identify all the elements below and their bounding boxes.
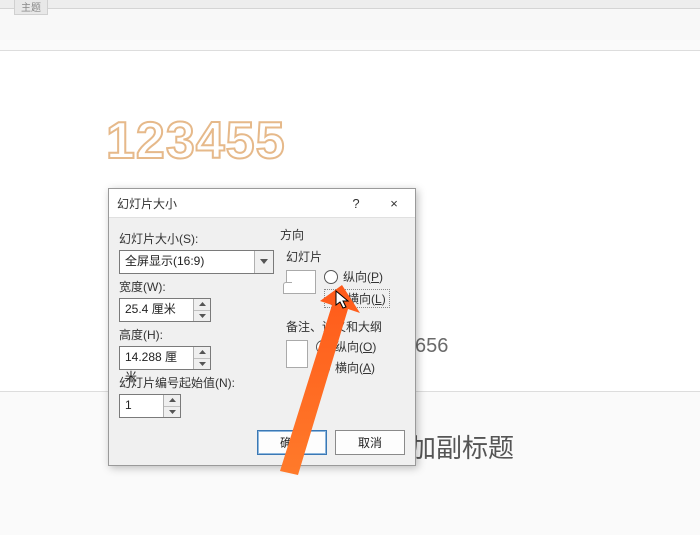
dialog-title: 幻灯片大小 xyxy=(117,195,337,212)
height-spinner[interactable]: 14.288 厘米 xyxy=(119,346,211,370)
dialog-right-column: 方向 幻灯片 纵向(P) 横向(L) 备注、讲义和大纲 纵 xyxy=(274,226,405,418)
radio-notes-landscape[interactable]: 横向(A) xyxy=(316,359,376,376)
notes-orientation-label: 备注、讲义和大纲 xyxy=(286,318,405,335)
background-number: 656 xyxy=(415,335,448,358)
slide-title[interactable]: 123455 xyxy=(106,111,286,171)
ribbon-tab-themes[interactable]: 主题 xyxy=(14,0,48,15)
landscape-page-icon xyxy=(286,270,316,294)
height-label: 高度(H): xyxy=(119,326,274,343)
radio-label: 横向(A) xyxy=(335,359,375,376)
width-up-icon[interactable] xyxy=(194,299,210,311)
width-spinner[interactable]: 25.4 厘米 xyxy=(119,298,211,322)
start-down-icon[interactable] xyxy=(164,407,180,418)
cancel-button[interactable]: 取消 xyxy=(335,430,405,455)
slide-size-label: 幻灯片大小(S): xyxy=(119,230,274,247)
radio-label: 纵向(O) xyxy=(335,338,376,355)
start-number-spinner[interactable]: 1 xyxy=(119,394,181,418)
height-value: 14.288 厘米 xyxy=(120,347,193,369)
slide-size-value: 全屏显示(16:9) xyxy=(120,251,254,273)
slide-size-dialog: 幻灯片大小 ? × 幻灯片大小(S): 全屏显示(16:9) 宽度(W): 25… xyxy=(108,188,416,466)
portrait-page-icon xyxy=(286,340,308,368)
start-number-value: 1 xyxy=(120,395,163,417)
slides-orientation-label: 幻灯片 xyxy=(286,248,405,265)
height-up-icon[interactable] xyxy=(194,347,210,359)
dialog-titlebar[interactable]: 幻灯片大小 ? × xyxy=(109,189,415,218)
radio-slides-landscape[interactable]: 横向(L) xyxy=(324,289,390,308)
subtitle-placeholder[interactable]: 加副标题 xyxy=(410,428,514,465)
radio-notes-portrait[interactable]: 纵向(O) xyxy=(316,338,376,355)
slide-size-combo[interactable]: 全屏显示(16:9) xyxy=(119,250,274,274)
ok-button[interactable]: 确定 xyxy=(257,430,327,455)
dialog-left-column: 幻灯片大小(S): 全屏显示(16:9) 宽度(W): 25.4 厘米 高度(H… xyxy=(119,226,274,418)
height-down-icon[interactable] xyxy=(194,359,210,370)
width-value: 25.4 厘米 xyxy=(120,299,193,321)
radio-label: 纵向(P) xyxy=(343,268,383,285)
radio-slides-portrait[interactable]: 纵向(P) xyxy=(324,268,390,285)
radio-label: 横向(L) xyxy=(347,290,386,307)
start-up-icon[interactable] xyxy=(164,395,180,407)
ribbon-strip: 主题 xyxy=(0,0,700,9)
width-label: 宽度(W): xyxy=(119,278,274,295)
start-number-label: 幻灯片编号起始值(N): xyxy=(119,374,274,391)
close-button[interactable]: × xyxy=(375,190,413,216)
chevron-down-icon[interactable] xyxy=(254,251,273,273)
help-button[interactable]: ? xyxy=(337,190,375,216)
orientation-group-label: 方向 xyxy=(280,226,405,243)
width-down-icon[interactable] xyxy=(194,311,210,322)
